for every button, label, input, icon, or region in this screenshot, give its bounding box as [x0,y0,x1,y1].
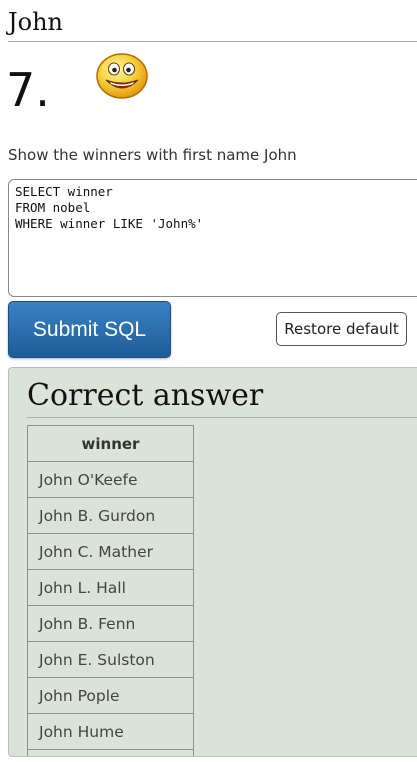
table-row: John B. Gurdon [27,497,194,534]
table-cell: John B. Fenn [27,605,194,642]
table-row: John Hume [27,713,194,750]
result-table: winner John O'Keefe John B. Gurdon John … [27,425,194,756]
table-row [27,749,194,756]
question-instruction: Show the winners with first name John [8,146,297,164]
table-row: John L. Hall [27,569,194,606]
column-header-winner: winner [27,425,194,462]
table-cell: John C. Mather [27,533,194,570]
table-cell: John B. Gurdon [27,497,194,534]
table-cell: John L. Hall [27,569,194,606]
table-cell: John E. Sulston [27,641,194,678]
table-cell: John Hume [27,713,194,750]
title-divider [8,41,417,42]
table-row: John E. Sulston [27,641,194,678]
table-cell: John Pople [27,677,194,714]
table-row: John Pople [27,677,194,714]
question-number: 7. [6,63,50,117]
answer-heading: Correct answer [27,378,264,413]
correct-answer-panel: Correct answer winner John O'Keefe John … [8,367,417,757]
answer-divider [27,417,417,418]
table-cell [27,749,194,756]
submit-sql-button[interactable]: Submit SQL [8,301,171,358]
sql-editor[interactable]: SELECT winner FROM nobel WHERE winner LI… [8,179,417,297]
table-cell: John O'Keefe [27,461,194,498]
table-header-row: winner [27,425,194,462]
page-title: John [8,8,63,36]
table-row: John B. Fenn [27,605,194,642]
table-row: John O'Keefe [27,461,194,498]
table-row: John C. Mather [27,533,194,570]
smiley-face-icon [96,53,148,99]
restore-default-button[interactable]: Restore default [276,312,407,346]
